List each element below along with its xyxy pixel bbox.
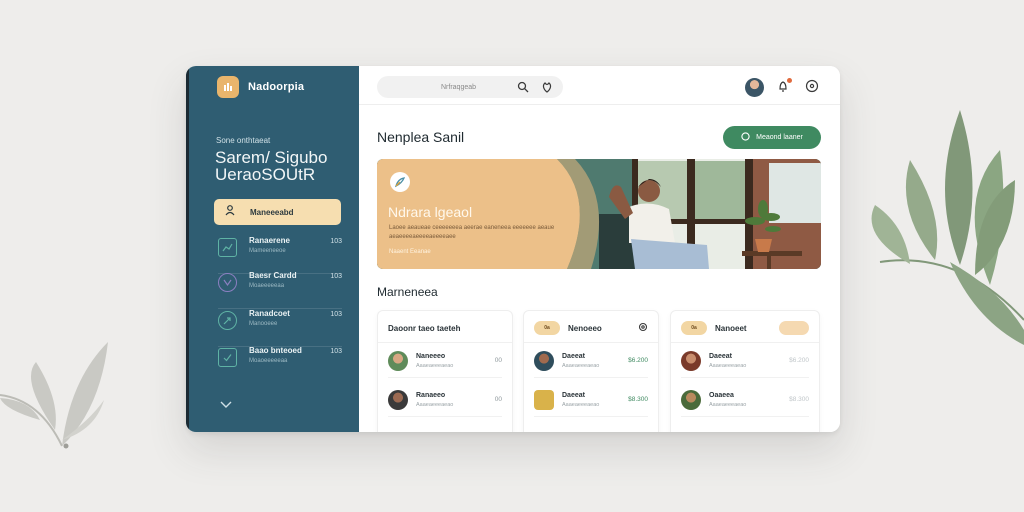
sidebar-item-subtitle: Mameeneeoe (249, 248, 286, 254)
app-logo-icon (217, 76, 239, 98)
sidebar-item-3[interactable]: Ranadcoet Manooeee 103 (218, 309, 342, 347)
sidebar-item-count: 103 (330, 311, 342, 318)
avatar[interactable] (745, 78, 764, 97)
avatar (534, 350, 554, 371)
search-input[interactable]: Nrfraqgeab (441, 84, 476, 91)
avatar (388, 389, 408, 410)
sidebar-item-count: 103 (330, 238, 342, 245)
sidebar-item-title: Ranaerene (249, 236, 290, 245)
card-header: 0a Nanoeet (681, 321, 809, 335)
card-title: Nanoeet (715, 323, 747, 333)
list-item-value: $8.300 (789, 396, 809, 403)
card-badge: 0a (534, 321, 560, 335)
list-item-sub: Aaaeaeeeaeao (416, 362, 454, 369)
sidebar-item-count: 103 (330, 273, 342, 280)
hero-description: Laoee aeaueae ceeeeeeea aeerae eaneneea … (389, 225, 555, 240)
avatar (681, 350, 701, 371)
hero-title: Ndrara lgeaol (388, 204, 473, 220)
card-1[interactable]: Daoonr taeo taeteh Naneeeo Aaaeaeeeaeao 0… (377, 310, 513, 432)
divider (378, 342, 512, 343)
list-item[interactable]: Daeeat Aaaeaeeeaeao $6.200 (534, 344, 648, 378)
sidebar-item-subtitle: Moaeeeeeaa (249, 283, 285, 289)
sidebar-item-2[interactable]: Baesr Cardd Moaeeeeeaa 103 (218, 271, 342, 309)
person-icon (224, 203, 236, 221)
card-badge: 0a (681, 321, 707, 335)
list-item-value: 00 (494, 396, 502, 403)
sidebar-item-active[interactable]: Maneeeabd (214, 199, 341, 225)
app-window: Nadoorpia Sone onthtaeat Sarem/ Sigubo U… (186, 66, 840, 432)
list-item[interactable]: Oaaeea Aaaeaeeeaeao $8.300 (681, 383, 809, 417)
document-icon (534, 389, 554, 410)
sidebar-item-4[interactable]: Baao bnteoed Moaoeeeeeaa 103 (218, 346, 342, 384)
filter-icon[interactable] (541, 81, 553, 95)
list-item-name: Oaaeea (709, 391, 734, 399)
card-2[interactable]: 0a Nenoeeo Daeeat Aaaeaeeeaeao $6.200 Dae… (523, 310, 659, 432)
section-title: Marneneea (377, 285, 438, 299)
list-item[interactable]: Daeeat Aaaeaeeeaeao $6.200 (681, 344, 809, 378)
check-square-icon (218, 348, 237, 367)
list-item-sub: Aaaeaeeeaeao (709, 401, 747, 408)
card-tag[interactable] (779, 321, 809, 335)
card-header: Daoonr taeo taeteh (388, 321, 502, 335)
search-icon[interactable] (517, 81, 529, 95)
sidebar-subtitle: Sone onthtaeat (216, 136, 271, 145)
sidebar-heading-line1: Sarem/ Sigubo (215, 148, 328, 167)
card-3[interactable]: 0a Nanoeet Daeeat Aaaeaeeeaeao $6.200 Oaa… (670, 310, 820, 432)
compass-icon (218, 311, 237, 330)
card-title: Daoonr taeo taeteh (388, 323, 461, 333)
list-item[interactable]: Naneeeo Aaaeaeeeaeao 00 (388, 344, 502, 378)
sidebar-item-title: Baao bnteoed (249, 346, 302, 355)
list-item-sub: Aaaeaeeeaeao (562, 401, 600, 408)
hero-link[interactable]: Naaent Eeanae (389, 249, 431, 255)
list-item-name: Daeeat (562, 352, 585, 360)
divider (671, 342, 819, 343)
sidebar-heading: Sarem/ Sigubo UeraoSOUtR (215, 149, 327, 183)
topbar: Nrfraqgeab (359, 66, 840, 105)
brand[interactable]: Nadoorpia (217, 76, 304, 98)
sidebar-heading-line2: UeraoSOUtR (215, 165, 316, 184)
sidebar-item-subtitle: Manooeee (249, 321, 278, 327)
list-item-value: 00 (494, 357, 502, 364)
avatar (681, 389, 701, 410)
refresh-icon[interactable] (638, 322, 648, 334)
page-title: Nenplea Sanil (377, 129, 465, 145)
list-item[interactable]: Ranaeeo Aaaeaeeeaeao 00 (388, 383, 502, 417)
sidebar-item-title: Baesr Cardd (249, 271, 297, 280)
plus-circle-icon (741, 132, 750, 143)
sidebar-item-1[interactable]: Ranaerene Mameeneeoe 103 (218, 236, 342, 274)
card-title: Nenoeeo (568, 323, 602, 333)
sidebar-item-count: 103 (330, 348, 342, 355)
list-item-sub: Aaaeaeeeaeao (562, 362, 600, 369)
divider (524, 342, 658, 343)
avatar (388, 350, 408, 371)
sidebar-item-title: Ranadcoet (249, 309, 290, 318)
list-item-name: Ranaeeo (416, 391, 446, 399)
list-item-value: $8.300 (628, 396, 648, 403)
primary-action-label: Meaond laaner (756, 134, 803, 141)
brand-name: Nadoorpia (248, 81, 305, 93)
list-item[interactable]: Daeeat Aaaeaeeeaeao $8.300 (534, 383, 648, 417)
card-header: 0a Nenoeeo (534, 321, 648, 335)
list-item-value: $6.200 (628, 357, 648, 364)
list-item-name: Daeeat (562, 391, 585, 399)
list-item-name: Daeeat (709, 352, 732, 360)
shield-icon (218, 273, 237, 292)
feather-icon (390, 172, 410, 192)
hero-banner[interactable]: Ndrara lgeaol Laoee aeaueae ceeeeeeea ae… (377, 159, 821, 269)
list-item-name: Naneeeo (416, 352, 446, 360)
sidebar: Nadoorpia Sone onthtaeat Sarem/ Sigubo U… (186, 66, 359, 432)
sidebar-item-active-label: Maneeeabd (250, 207, 294, 217)
sidebar-item-subtitle: Moaoeeeeeaa (249, 358, 288, 364)
search-bar[interactable]: Nrfraqgeab (377, 76, 563, 98)
main-content: Nrfraqgeab Nenplea Sanil Meaond laaner N… (359, 66, 840, 432)
list-item-sub: Aaaeaeeeaeao (416, 401, 454, 408)
list-item-sub: Aaaeaeeeaeao (709, 362, 747, 369)
list-item-value: $6.200 (789, 357, 809, 364)
chevron-down-icon[interactable] (219, 396, 233, 414)
chart-icon (218, 238, 237, 257)
primary-action-button[interactable]: Meaond laaner (723, 126, 821, 149)
notification-dot (787, 78, 792, 83)
settings-icon[interactable] (805, 79, 819, 98)
